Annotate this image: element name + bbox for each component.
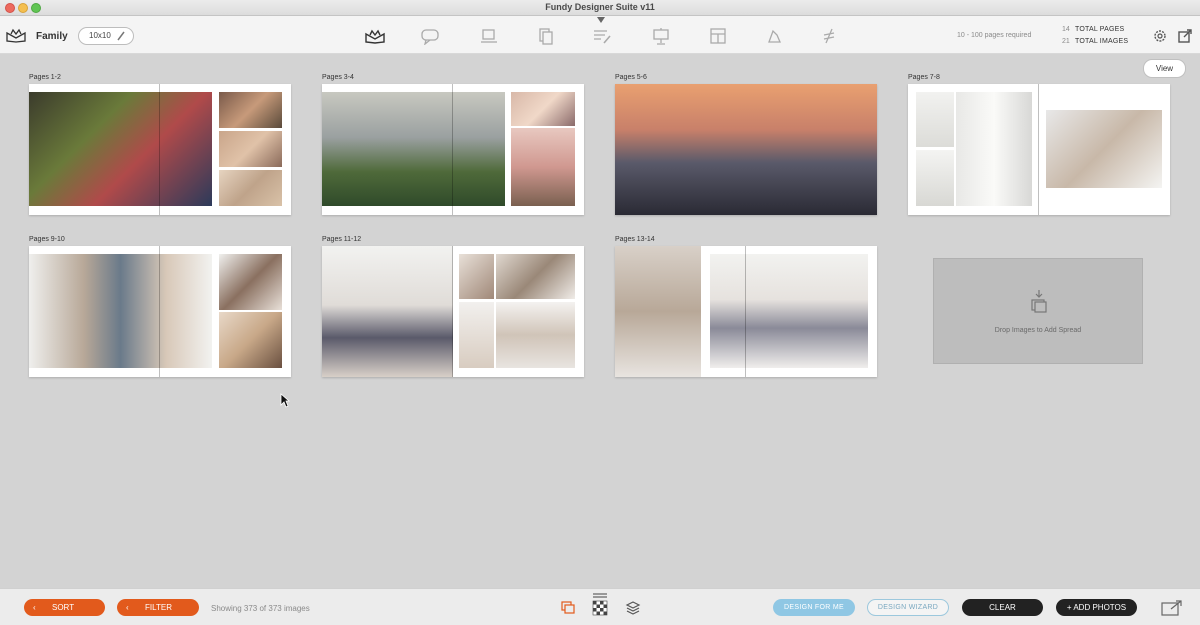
wall-art-icon[interactable]	[478, 27, 500, 45]
spread-pages-9-10[interactable]	[29, 246, 291, 377]
album-size-label: 10x10	[89, 31, 111, 40]
chevron-left-icon: ‹	[33, 603, 36, 612]
drop-images-zone[interactable]: Drop Images to Add Spread	[933, 258, 1143, 364]
page-fold	[159, 246, 160, 377]
spread-label: Pages 13-14	[615, 236, 655, 243]
spread-photo[interactable]	[916, 150, 954, 206]
filter-label: FILTER	[145, 603, 172, 612]
spread-photo[interactable]	[710, 254, 868, 368]
spread-photo[interactable]	[459, 254, 494, 299]
spread-photo[interactable]	[496, 302, 575, 368]
layers-icon[interactable]	[625, 600, 641, 616]
slideshow-icon[interactable]	[650, 27, 672, 45]
spread-pages-11-12[interactable]	[322, 246, 584, 377]
spread-label: Pages 11-12	[322, 236, 362, 243]
design-for-me-button[interactable]: DESIGN FOR ME	[773, 599, 855, 616]
spread-label: Pages 9-10	[29, 236, 65, 243]
spread-photo[interactable]	[511, 128, 575, 206]
spread-photo[interactable]	[956, 92, 1032, 206]
page-fold	[159, 84, 160, 215]
spread-photo[interactable]	[219, 170, 282, 206]
page-fold	[1038, 84, 1039, 215]
spread-photo[interactable]	[219, 131, 282, 167]
spread-photo[interactable]	[496, 254, 575, 299]
pages-required-text: 10 - 100 pages required	[957, 32, 1032, 39]
spread-photo[interactable]	[29, 254, 212, 368]
total-pages-label: TOTAL PAGES	[1075, 26, 1125, 33]
blog-icon[interactable]	[763, 27, 785, 45]
filter-button[interactable]: ‹ FILTER	[117, 599, 199, 616]
spread-label: Pages 5-6	[615, 74, 647, 81]
total-images-value: 21	[1062, 38, 1070, 45]
page-fold	[452, 84, 453, 215]
album-size-selector[interactable]: 10x10	[78, 27, 134, 45]
design-wizard-button[interactable]: DESIGN WIZARD	[867, 599, 949, 616]
spread-label: Pages 3-4	[322, 74, 354, 81]
sort-label: SORT	[52, 603, 75, 612]
spread-pages-3-4[interactable]	[322, 84, 584, 215]
spread-label: Pages 1-2	[29, 74, 61, 81]
chevron-left-icon: ‹	[126, 603, 129, 612]
spread-photo[interactable]	[916, 92, 954, 147]
grid-view-icon[interactable]	[592, 592, 608, 616]
mouse-pointer-icon	[280, 393, 290, 408]
spread-photo[interactable]	[29, 92, 212, 206]
add-spread-icon	[1031, 290, 1047, 313]
spread-photo[interactable]	[1046, 110, 1162, 188]
spread-photo[interactable]	[322, 92, 505, 206]
spread-photo[interactable]	[219, 254, 282, 310]
total-images-label: TOTAL IMAGES	[1075, 38, 1129, 45]
spread-pages-7-8[interactable]	[908, 84, 1170, 215]
spread-pages-13-14[interactable]	[615, 246, 877, 377]
spread-photo[interactable]	[322, 246, 453, 377]
social-icon[interactable]	[818, 27, 840, 45]
title-bar: Fundy Designer Suite v11	[0, 0, 1200, 16]
album-name[interactable]: Family	[36, 31, 68, 42]
album-home-icon[interactable]	[6, 27, 26, 43]
proofing-icon[interactable]	[420, 27, 442, 45]
clear-button[interactable]: CLEAR	[962, 599, 1043, 616]
drop-zone-text: Drop Images to Add Spread	[994, 327, 1082, 334]
view-button[interactable]: View	[1143, 59, 1186, 78]
album-designer-icon[interactable]	[364, 27, 386, 45]
spread-photo[interactable]	[459, 302, 494, 368]
active-tool-marker	[597, 17, 605, 23]
pencil-icon	[117, 31, 125, 41]
bottom-bar: ‹ SORT ‹ FILTER Showing 373 of 373 image…	[0, 588, 1200, 625]
spread-photo[interactable]	[219, 312, 282, 368]
spread-label: Pages 7-8	[908, 74, 940, 81]
image-count-text: Showing 373 of 373 images	[211, 604, 310, 613]
window-title: Fundy Designer Suite v11	[545, 2, 655, 12]
top-toolbar: Family 10x10 10 - 100 pages required 14 …	[0, 16, 1200, 54]
text-edit-icon[interactable]	[591, 27, 613, 45]
spread-pages-5-6[interactable]	[615, 84, 877, 215]
cards-icon[interactable]	[534, 27, 556, 45]
spread-photo[interactable]	[615, 84, 877, 215]
spread-photo[interactable]	[511, 92, 575, 126]
sort-button[interactable]: ‹ SORT	[24, 599, 105, 616]
page-fold	[745, 246, 746, 377]
total-pages-value: 14	[1062, 26, 1070, 33]
open-external-icon[interactable]	[1177, 28, 1193, 44]
settings-gear-icon[interactable]	[1152, 28, 1168, 44]
layout-icon[interactable]	[707, 27, 729, 45]
spread-pages-1-2[interactable]	[29, 84, 291, 215]
add-photos-button[interactable]: + ADD PHOTOS	[1056, 599, 1137, 616]
page-fold	[452, 246, 453, 377]
image-stack-icon[interactable]	[560, 600, 576, 616]
spread-photo[interactable]	[615, 246, 701, 377]
spread-photo[interactable]	[219, 92, 282, 128]
export-icon[interactable]	[1161, 600, 1183, 616]
